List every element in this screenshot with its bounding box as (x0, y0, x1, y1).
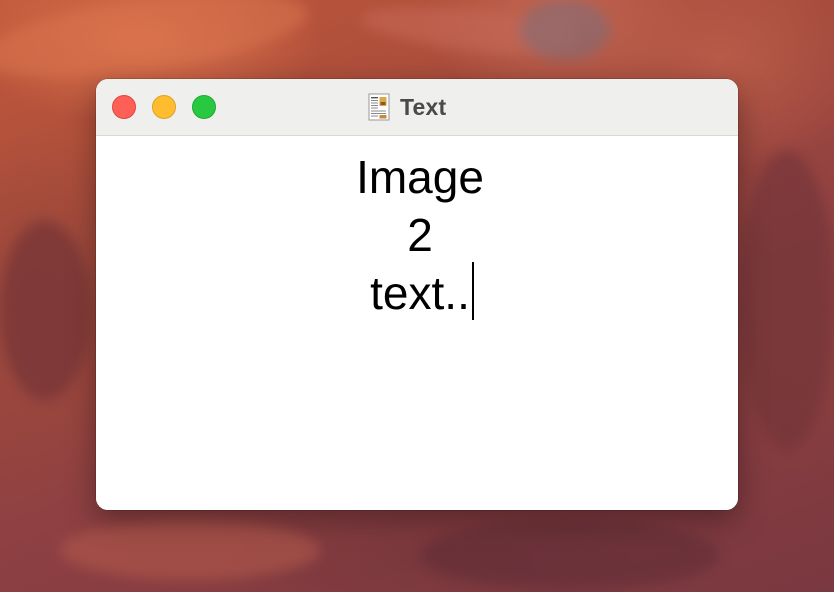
document-line[interactable]: Image (96, 148, 738, 206)
window-title: Text (400, 93, 447, 120)
wallpaper-shadow (0, 220, 90, 400)
zoom-button[interactable] (192, 95, 216, 119)
window-title-group: Text (368, 92, 446, 122)
wallpaper-shadow (520, 0, 610, 60)
wallpaper-highlight (60, 520, 320, 580)
document-line[interactable]: 2 (96, 206, 738, 264)
text-cursor (472, 262, 474, 320)
minimize-button[interactable] (152, 95, 176, 119)
document-line[interactable]: text.. (96, 264, 738, 322)
wallpaper-shadow (740, 150, 834, 450)
wallpaper-shadow (420, 520, 720, 590)
text-editor-area[interactable]: Image 2 text.. (96, 136, 738, 510)
close-button[interactable] (112, 95, 136, 119)
app-window: Text Image 2 text.. (96, 79, 738, 510)
title-bar[interactable]: Text (96, 79, 738, 136)
text-document-icon (368, 93, 390, 121)
